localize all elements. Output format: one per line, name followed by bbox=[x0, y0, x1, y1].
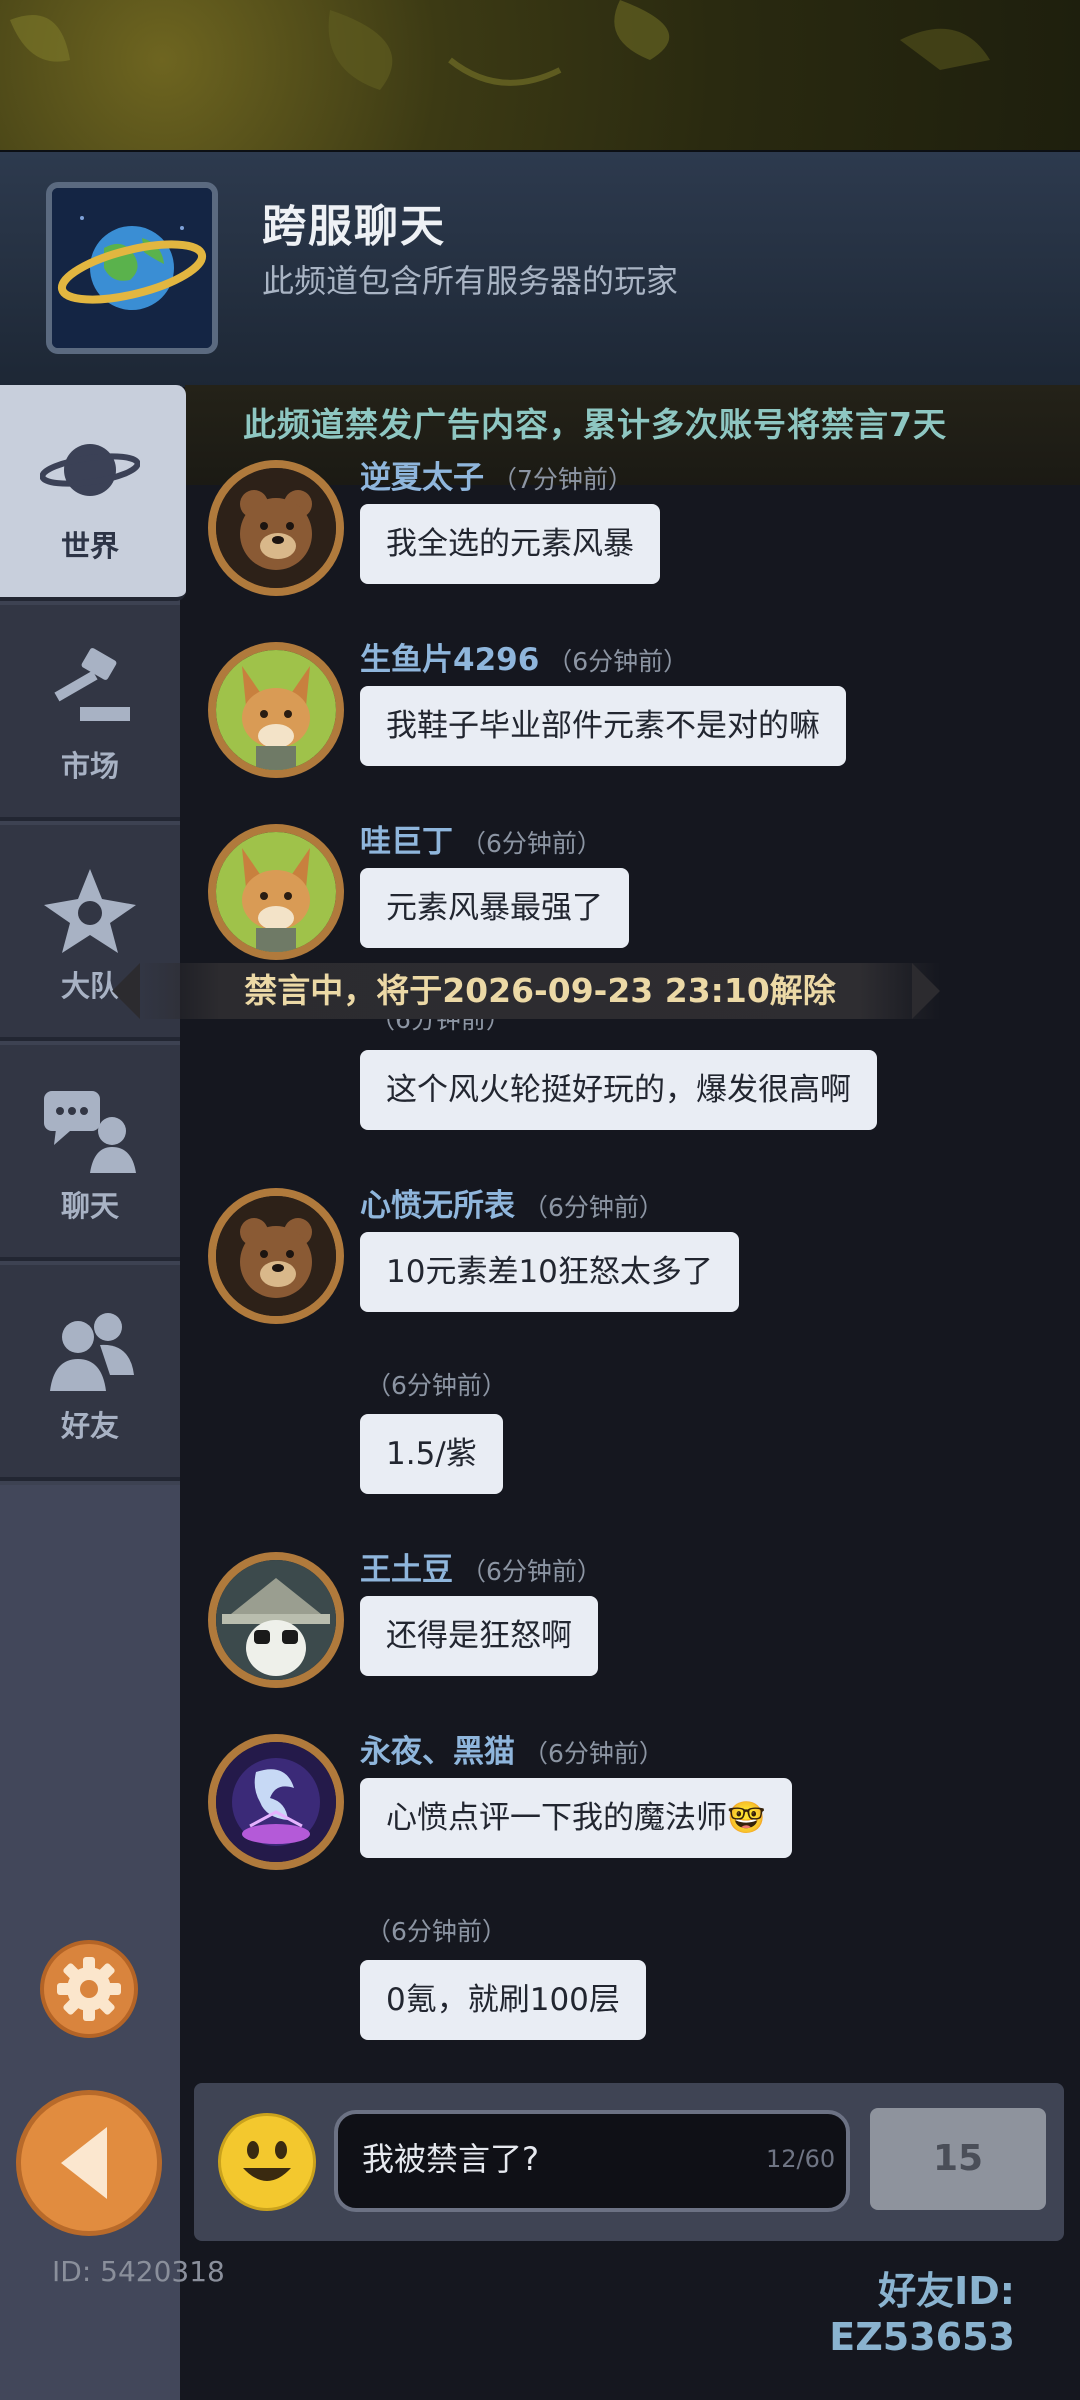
message-time: （6分钟前） bbox=[523, 1193, 664, 1222]
sidebar-item-label: 聊天 bbox=[60, 1189, 119, 1223]
fox-avatar[interactable] bbox=[208, 824, 344, 960]
planet-icon bbox=[40, 444, 140, 496]
mute-banner-text: 禁言中，将于2026-09-23 23:10解除 bbox=[244, 971, 836, 1010]
message-bubble[interactable]: 10元素差10狂怒太多了 bbox=[360, 1232, 739, 1312]
settings-button[interactable] bbox=[40, 1940, 138, 2038]
sender-name[interactable]: 心愤无所表 （6分钟前） bbox=[360, 1180, 664, 1225]
message-bubble[interactable]: 我全选的元素风暴 bbox=[360, 504, 660, 584]
message-time: （6分钟前） bbox=[523, 1739, 664, 1768]
sidebar-item-market[interactable]: 市场 bbox=[0, 605, 180, 821]
wizard-avatar[interactable] bbox=[208, 1552, 344, 1688]
emoji-button[interactable] bbox=[218, 2113, 316, 2211]
sender-name[interactable]: 逆夏太子 （7分钟前） bbox=[360, 452, 633, 497]
message-time: （6分钟前） bbox=[366, 1371, 507, 1400]
sender-name[interactable]: 哇巨丁 （6分钟前） bbox=[360, 816, 602, 861]
sidebar-item-friends[interactable]: 好友 bbox=[0, 1265, 180, 1481]
channel-subtitle: 此频道包含所有服务器的玩家 bbox=[262, 262, 679, 300]
message-bubble[interactable]: 心愤点评一下我的魔法师🤓 bbox=[360, 1778, 792, 1858]
sidebar-item-label: 世界 bbox=[60, 529, 119, 563]
send-button[interactable]: 15 bbox=[870, 2108, 1046, 2210]
user-id-label: ID: 5420318 bbox=[52, 2255, 225, 2288]
channel-title: 跨服聊天 bbox=[262, 201, 446, 252]
message-time: （6分钟前） bbox=[547, 647, 689, 676]
fox-avatar[interactable] bbox=[208, 642, 344, 778]
back-arrow-icon bbox=[61, 2127, 107, 2199]
character-counter: 12/60 bbox=[766, 2145, 836, 2173]
message-bubble[interactable]: 还得是狂怒啊 bbox=[360, 1596, 598, 1676]
message-bubble[interactable]: 元素风暴最强了 bbox=[360, 868, 629, 948]
globe-ring-icon bbox=[46, 182, 218, 354]
message-bubble[interactable]: 1.5/紫 bbox=[360, 1414, 503, 1494]
gear-icon bbox=[57, 1957, 121, 2021]
chat-icon bbox=[44, 1091, 136, 1173]
bear-avatar[interactable] bbox=[208, 1188, 344, 1324]
guild-emblem-icon bbox=[44, 869, 136, 953]
message-time: （6分钟前） bbox=[461, 1557, 602, 1586]
sidebar-item-label: 好友 bbox=[60, 1409, 119, 1443]
back-button[interactable] bbox=[16, 2090, 162, 2236]
smiley-icon bbox=[243, 2141, 291, 2181]
sender-name[interactable]: 王土豆 （6分钟前） bbox=[360, 1544, 602, 1589]
sidebar-item-world[interactable]: 世界 bbox=[0, 385, 186, 601]
message-bubble[interactable]: 这个风火轮挺好玩的，爆发很高啊 bbox=[360, 1050, 877, 1130]
friends-icon bbox=[50, 1313, 134, 1391]
message-bubble[interactable]: 0氪，就刷100层 bbox=[360, 1960, 646, 2040]
ban-banner-left-tip bbox=[112, 963, 140, 1019]
sender-name[interactable]: 永夜、黑猫 （6分钟前） bbox=[360, 1726, 664, 1771]
message-input-value: 我被禁言了? bbox=[362, 2140, 539, 2178]
sender-name[interactable]: 生鱼片4296 （6分钟前） bbox=[360, 634, 688, 679]
sidebar-item-chat[interactable]: 聊天 bbox=[0, 1045, 180, 1261]
friend-id-label: 好友ID: EZ53653 bbox=[829, 2269, 1015, 2359]
top-background bbox=[0, 0, 1080, 150]
message-time: （6分钟前） bbox=[461, 829, 602, 858]
message-time: （6分钟前） bbox=[366, 1917, 507, 1946]
message-bubble[interactable]: 我鞋子毕业部件元素不是对的嘛 bbox=[360, 686, 846, 766]
leaf-pattern-decoration bbox=[10, 0, 990, 90]
bear-avatar[interactable] bbox=[208, 460, 344, 596]
channel-header: 跨服聊天 此频道包含所有服务器的玩家 bbox=[0, 150, 1080, 387]
sidebar-item-label: 市场 bbox=[60, 749, 119, 783]
gavel-icon bbox=[54, 648, 130, 721]
message-time: （7分钟前） bbox=[492, 465, 633, 494]
mage-avatar[interactable] bbox=[208, 1734, 344, 1870]
